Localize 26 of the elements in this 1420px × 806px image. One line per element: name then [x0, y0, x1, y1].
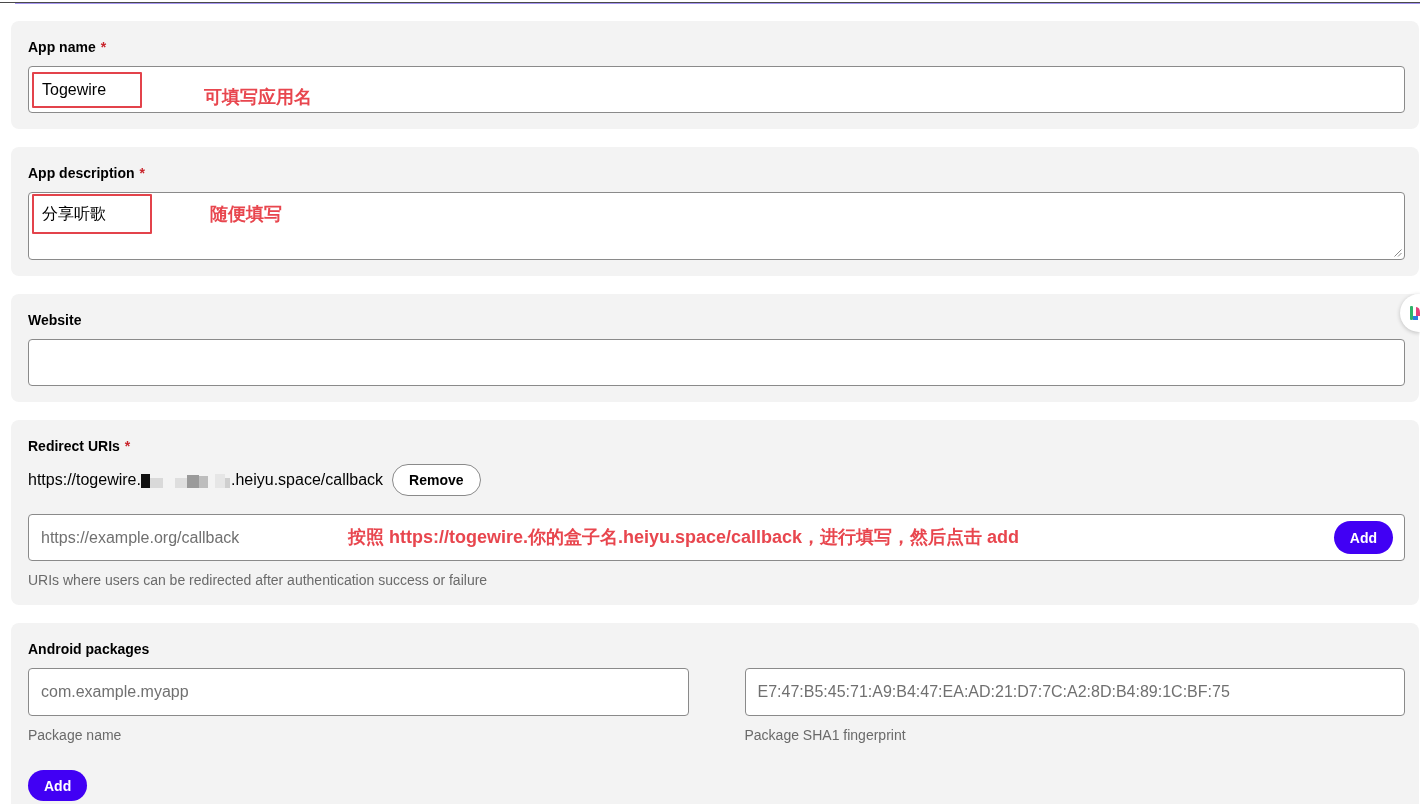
required-asterisk: * — [124, 437, 131, 455]
add-button[interactable]: Add — [28, 770, 88, 801]
field-label: Redirect URIs — [28, 437, 120, 455]
field-label: App description — [28, 164, 135, 182]
field-label: Website — [28, 311, 82, 329]
required-asterisk: * — [100, 38, 107, 56]
remove-button[interactable]: Remove — [392, 464, 481, 496]
helper-text: Package name — [28, 726, 122, 744]
field-label: Android packages — [28, 640, 150, 658]
text-input[interactable]: Togewire 可填写应用名 — [28, 66, 1405, 113]
helper-text: Package SHA1 fingerprint — [744, 726, 906, 744]
annotation-note: 随便填写 — [210, 203, 282, 225]
text-area[interactable]: 分享听歌 随便填写 — [28, 192, 1405, 260]
annotation-note: 按照 https://togewire.你的盒子名.heiyu.space/callback，进行填写，然后点击 add — [348, 526, 1020, 548]
redirect-uri-text: .heiyu.space/callback — [230, 471, 384, 489]
input-value: Togewire — [42, 79, 107, 100]
text-input[interactable]: com.example.myapp — [28, 668, 689, 716]
helper-text: URIs where users can be redirected after authentication success or failure — [28, 571, 488, 589]
text-input[interactable] — [28, 339, 1405, 386]
resize-grip-icon[interactable] — [1394, 249, 1402, 257]
input-value: 分享听歌 — [42, 204, 106, 224]
field-label: App name — [28, 38, 96, 56]
text-input[interactable]: E7:47:B5:45:71:A9:B4:47:EA:AD:21:D7:7C:A2:8D:B4:89:1C:BF:75 — [744, 668, 1405, 716]
required-asterisk: * — [139, 164, 145, 182]
annotation-note: 可填写应用名 — [204, 85, 313, 108]
redirect-uri-text: https://togewire. — [28, 471, 141, 489]
